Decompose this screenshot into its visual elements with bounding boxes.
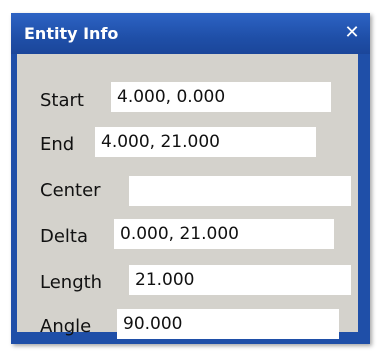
center-label: Center bbox=[40, 180, 101, 201]
entity-info-dialog: Entity Info ✕ Start 4.000, 0.000 End 4.0… bbox=[11, 13, 370, 344]
start-field[interactable]: 4.000, 0.000 bbox=[111, 82, 331, 112]
end-field[interactable]: 4.000, 21.000 bbox=[95, 127, 316, 157]
start-label: Start bbox=[40, 90, 84, 111]
window-title: Entity Info bbox=[24, 24, 119, 43]
title-bar[interactable]: Entity Info ✕ bbox=[11, 13, 370, 54]
end-label: End bbox=[40, 134, 75, 155]
length-field[interactable]: 21.000 bbox=[129, 265, 351, 295]
delta-label: Delta bbox=[40, 226, 89, 247]
center-field[interactable] bbox=[129, 176, 351, 206]
delta-field[interactable]: 0.000, 21.000 bbox=[114, 219, 334, 249]
close-icon[interactable]: ✕ bbox=[342, 23, 362, 43]
entity-info-panel: Start 4.000, 0.000 End 4.000, 21.000 Cen… bbox=[17, 54, 358, 339]
angle-label: Angle bbox=[40, 316, 92, 337]
length-label: Length bbox=[40, 272, 103, 293]
angle-field[interactable]: 90.000 bbox=[117, 309, 339, 339]
